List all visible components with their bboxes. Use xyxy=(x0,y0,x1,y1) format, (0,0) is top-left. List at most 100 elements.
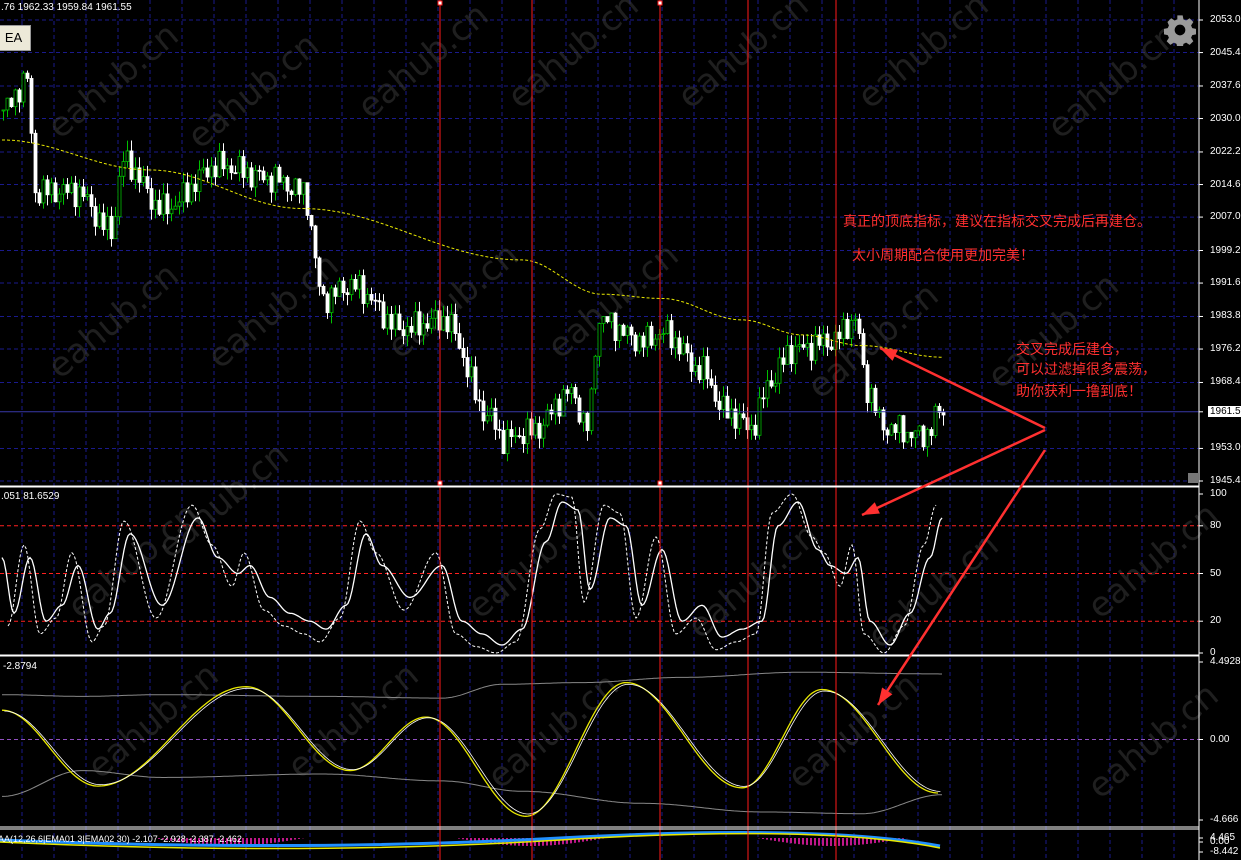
candle-body xyxy=(701,356,706,381)
macd-histogram-bar xyxy=(466,838,468,840)
candle-body xyxy=(57,193,62,203)
candle-body xyxy=(677,337,682,355)
candle-body xyxy=(193,183,198,192)
macd-histogram-bar xyxy=(790,838,792,844)
price-tick-label: 1991.6 xyxy=(1210,277,1241,289)
candle-body xyxy=(453,313,458,334)
candle-body xyxy=(105,215,110,230)
marker-handle xyxy=(437,480,443,486)
candle-body xyxy=(365,294,370,304)
price-tick-label: 2022.2 xyxy=(1210,145,1241,157)
candle-body xyxy=(445,316,450,333)
candle-body xyxy=(321,285,326,295)
macd-histogram-bar xyxy=(286,838,288,841)
osc-tick-label: -4.666 xyxy=(1210,814,1239,825)
candle-body xyxy=(425,323,430,329)
macd-histogram-bar xyxy=(774,838,776,841)
candle-body xyxy=(477,399,482,402)
candle-body xyxy=(281,176,286,183)
candle-body xyxy=(785,345,790,365)
trading-chart[interactable]: eahub.cneahub.cn eahub.cn eahub.cn eahub.cn… xyxy=(0,0,1241,860)
candle-body xyxy=(113,216,118,240)
stoch-tick-label: 100 xyxy=(1210,488,1227,499)
candle-body xyxy=(333,287,338,297)
candle-body xyxy=(1,109,6,112)
candle-body xyxy=(61,184,66,195)
candle-body xyxy=(557,398,562,417)
candle-body xyxy=(45,179,50,196)
candle-body xyxy=(633,334,638,352)
candle-body xyxy=(609,312,614,323)
candle-body xyxy=(541,424,546,439)
candle-body xyxy=(109,215,114,240)
candle-body xyxy=(385,313,390,329)
osc-tick-label: 0.00 xyxy=(1210,733,1230,745)
candle-body xyxy=(709,378,714,386)
candle-body xyxy=(729,408,734,419)
candle-body xyxy=(237,156,242,174)
candle-body xyxy=(317,257,322,287)
candle-body xyxy=(569,387,574,394)
macd-histogram-bar xyxy=(854,838,856,846)
candle-body xyxy=(589,388,594,432)
candle-body xyxy=(485,415,490,422)
ohlc-readout: .76 1962.33 1959.84 1961.55 xyxy=(1,2,132,13)
candle-body xyxy=(221,150,226,170)
macd-histogram-bar xyxy=(902,838,904,839)
ea-button[interactable]: EA xyxy=(0,25,31,51)
macd-histogram-bar xyxy=(458,838,460,839)
candle-body xyxy=(121,161,126,177)
candle-body xyxy=(925,429,930,448)
macd-histogram-bar xyxy=(762,838,764,840)
candle-body xyxy=(417,311,422,336)
candle-body xyxy=(893,424,898,433)
candle-body xyxy=(761,397,766,400)
candle-body xyxy=(305,182,310,216)
candle-body xyxy=(909,431,914,439)
candle-body xyxy=(261,170,266,181)
arrow-line xyxy=(861,428,1046,517)
price-tick-label: 1953.0 xyxy=(1210,442,1241,454)
price-tick-label: 2037.6 xyxy=(1210,79,1241,91)
osc-upper-band xyxy=(2,671,942,699)
macd-histogram-bar xyxy=(782,838,784,843)
macd-histogram-bar xyxy=(778,838,780,842)
candle-body xyxy=(129,150,134,180)
candle-body xyxy=(889,424,894,436)
macd-histogram-bar xyxy=(294,838,296,840)
candle-body xyxy=(673,337,678,349)
candle-body xyxy=(853,318,858,321)
candle-body xyxy=(397,313,402,331)
candle-body xyxy=(577,397,582,423)
candle-body xyxy=(141,176,146,183)
candle-body xyxy=(117,175,122,218)
candle-body xyxy=(621,324,626,336)
candle-body xyxy=(177,201,182,207)
gear-icon[interactable] xyxy=(1164,14,1196,46)
candle-body xyxy=(497,428,502,431)
price-tick-label: 1945.4 xyxy=(1210,475,1241,486)
osc-header: -2.8794 xyxy=(3,661,37,672)
candle-body xyxy=(145,176,150,189)
macd-histogram-bar xyxy=(282,838,284,842)
candle-body xyxy=(265,175,270,181)
marker-handle xyxy=(657,0,663,6)
price-tick-label: 2053.0 xyxy=(1210,14,1241,25)
candle-body xyxy=(753,424,758,436)
candle-body xyxy=(837,331,842,340)
candle-body xyxy=(89,194,94,207)
candle-body xyxy=(717,400,722,410)
candle-body xyxy=(613,312,618,341)
candle-body xyxy=(637,335,642,352)
macd-tick-label: -8.442 xyxy=(1210,846,1239,857)
candle-body xyxy=(653,338,658,346)
candle-body xyxy=(845,318,850,339)
candle-body xyxy=(41,179,46,204)
watermark: eahub.cn xyxy=(150,435,296,567)
candle-body xyxy=(21,72,26,103)
watermark: eahub.cn xyxy=(350,0,496,127)
candle-body xyxy=(565,389,570,394)
candle-body xyxy=(257,169,262,172)
candle-body xyxy=(29,78,34,134)
candle-body xyxy=(413,311,418,333)
